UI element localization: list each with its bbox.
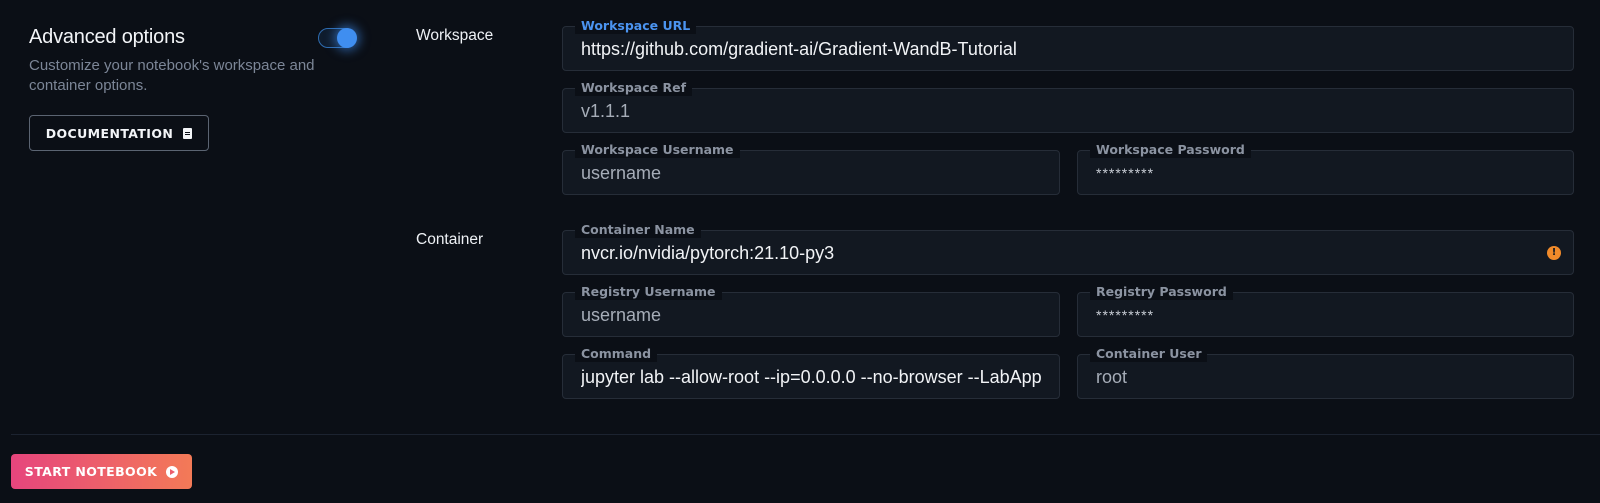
registry-password-label: Registry Password: [1090, 284, 1233, 300]
container-user-field[interactable]: Container User root: [1077, 346, 1574, 399]
start-notebook-label: START NOTEBOOK: [24, 464, 158, 479]
workspace-username-label: Workspace Username: [575, 142, 740, 158]
command-input[interactable]: jupyter lab --allow-root --ip=0.0.0.0 --…: [581, 367, 1041, 388]
document-icon: [183, 127, 193, 139]
workspace-url-input[interactable]: https://github.com/gradient-ai/Gradient-…: [581, 39, 1555, 60]
exclamation-circle-icon: !: [1547, 246, 1561, 260]
workspace-url-field[interactable]: Workspace URL https://github.com/gradien…: [562, 18, 1574, 71]
footer-divider: [11, 434, 1600, 435]
advanced-options-panel: Advanced options Customize your notebook…: [29, 26, 359, 151]
advanced-options-toggle[interactable]: [318, 28, 357, 48]
workspace-ref-label: Workspace Ref: [575, 80, 693, 96]
advanced-options-description: Customize your notebook's workspace and …: [29, 57, 315, 94]
container-section-label: Container: [416, 231, 484, 248]
workspace-ref-input[interactable]: v1.1.1: [581, 101, 1555, 122]
play-circle-icon: [166, 465, 179, 478]
workspace-username-field[interactable]: Workspace Username username: [562, 142, 1060, 195]
toggle-knob: [337, 28, 357, 48]
registry-username-label: Registry Username: [575, 284, 722, 300]
registry-password-input[interactable]: *********: [1096, 307, 1555, 323]
documentation-button[interactable]: DOCUMENTATION: [29, 115, 209, 151]
workspace-ref-field[interactable]: Workspace Ref v1.1.1: [562, 80, 1574, 133]
registry-password-field[interactable]: Registry Password *********: [1077, 284, 1574, 337]
container-name-input[interactable]: nvcr.io/nvidia/pytorch:21.10-py3: [581, 243, 1533, 264]
container-user-label: Container User: [1090, 346, 1208, 362]
advanced-options-title: Advanced options: [29, 26, 185, 48]
container-name-field[interactable]: Container Name nvcr.io/nvidia/pytorch:21…: [562, 222, 1574, 275]
registry-username-field[interactable]: Registry Username username: [562, 284, 1060, 337]
workspace-section-label: Workspace: [416, 27, 494, 44]
registry-username-input[interactable]: username: [581, 305, 1041, 326]
container-user-input[interactable]: root: [1096, 367, 1555, 388]
workspace-username-input[interactable]: username: [581, 163, 1041, 184]
workspace-password-field[interactable]: Workspace Password *********: [1077, 142, 1574, 195]
documentation-button-label: DOCUMENTATION: [45, 125, 174, 141]
command-label: Command: [575, 346, 658, 362]
command-field[interactable]: Command jupyter lab --allow-root --ip=0.…: [562, 346, 1060, 399]
workspace-url-label: Workspace URL: [575, 18, 697, 34]
workspace-password-input[interactable]: *********: [1096, 165, 1555, 181]
container-name-label: Container Name: [575, 222, 701, 238]
start-notebook-button[interactable]: START NOTEBOOK: [11, 454, 192, 489]
workspace-password-label: Workspace Password: [1090, 142, 1251, 158]
